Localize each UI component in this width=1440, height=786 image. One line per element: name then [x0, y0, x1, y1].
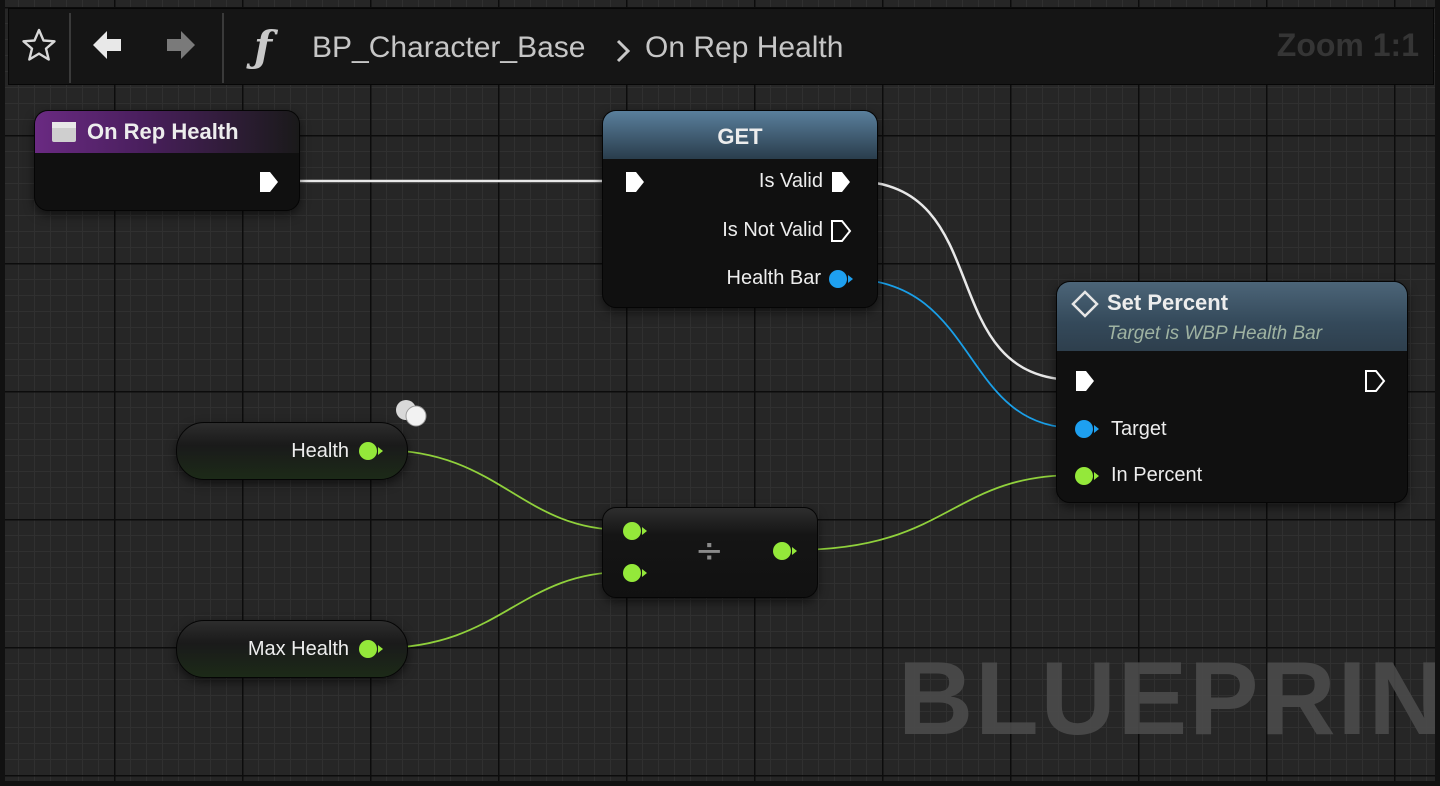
- divide-node[interactable]: ÷: [602, 507, 818, 598]
- star-icon: [21, 27, 57, 68]
- object-out-health-bar-pin[interactable]: [827, 267, 855, 291]
- float-out-max-health-pin[interactable]: [357, 637, 385, 661]
- exec-out-pin[interactable]: [257, 169, 281, 195]
- function-f-icon: ƒ: [253, 22, 273, 71]
- float-in-b-pin[interactable]: [621, 561, 649, 585]
- event-node-on-rep-health[interactable]: On Rep Health: [34, 110, 300, 211]
- chevron-right-icon: [615, 39, 631, 68]
- node-title: On Rep Health: [87, 119, 239, 144]
- validated-get-node[interactable]: GET Is Valid Is Not Valid Health Bar: [602, 110, 878, 308]
- pin-label-in-percent: In Percent: [1111, 464, 1203, 486]
- set-percent-node[interactable]: Set Percent Target is WBP Health Bar Tar…: [1056, 281, 1408, 503]
- object-in-target-pin[interactable]: [1073, 417, 1101, 441]
- node-title: GET: [717, 124, 763, 149]
- node-header: Set Percent Target is WBP Health Bar: [1057, 282, 1407, 351]
- health-variable-node[interactable]: Health: [176, 422, 408, 480]
- favorite-button[interactable]: [13, 17, 65, 77]
- toolbar-separator: [69, 13, 71, 83]
- forward-button[interactable]: [155, 17, 207, 77]
- float-out-result-pin[interactable]: [771, 539, 799, 563]
- max-health-variable-node[interactable]: Max Health: [176, 620, 408, 678]
- arrow-left-icon: [90, 28, 124, 67]
- pin-label-is-valid: Is Valid: [758, 170, 823, 192]
- node-header: On Rep Health: [35, 111, 299, 153]
- float-in-a-pin[interactable]: [621, 519, 649, 543]
- object-wire-healthbar-to-target: [847, 278, 1077, 429]
- breadcrumb-leaf[interactable]: On Rep Health: [645, 31, 843, 65]
- breadcrumb-root[interactable]: BP_Character_Base: [312, 31, 586, 65]
- exec-out-pin[interactable]: [1363, 368, 1387, 394]
- float-out-health-pin[interactable]: [357, 439, 385, 463]
- toolbar: ƒ BP_Character_Base On Rep Health Zoom 1…: [8, 8, 1434, 85]
- node-header: GET: [603, 111, 877, 159]
- float-in-percent-pin[interactable]: [1073, 464, 1101, 488]
- exec-in-pin[interactable]: [1073, 368, 1097, 394]
- exec-wire-isvalid-to-set: [851, 179, 1077, 382]
- divide-symbol: ÷: [695, 531, 724, 571]
- back-button[interactable]: [81, 17, 133, 77]
- float-wire-maxhealth-to-div: [379, 571, 625, 649]
- exec-out-is-valid-pin[interactable]: [829, 169, 853, 195]
- function-button[interactable]: ƒ: [237, 17, 289, 77]
- function-diamond-icon: [1071, 290, 1099, 323]
- replicated-icon: [392, 396, 430, 435]
- node-subtitle: Target is WBP Health Bar: [1107, 323, 1323, 344]
- toolbar-separator: [222, 13, 224, 83]
- zoom-level: Zoom 1:1: [1276, 27, 1419, 63]
- event-icon: [51, 119, 77, 150]
- arrow-right-icon: [164, 28, 198, 67]
- exec-out-is-not-valid-pin[interactable]: [829, 218, 853, 244]
- pin-label-target: Target: [1111, 418, 1167, 440]
- exec-in-pin[interactable]: [623, 169, 647, 195]
- pin-label-is-not-valid: Is Not Valid: [722, 219, 823, 241]
- pin-label-health-bar: Health Bar: [726, 267, 822, 289]
- float-wire-div-to-inpercent: [793, 474, 1077, 551]
- variable-label-max-health: Max Health: [247, 638, 349, 660]
- float-wire-health-to-div: [379, 449, 625, 531]
- node-title: Set Percent: [1107, 290, 1229, 315]
- variable-label-health: Health: [291, 440, 349, 462]
- blueprint-watermark: BLUEPRINT: [898, 641, 1440, 757]
